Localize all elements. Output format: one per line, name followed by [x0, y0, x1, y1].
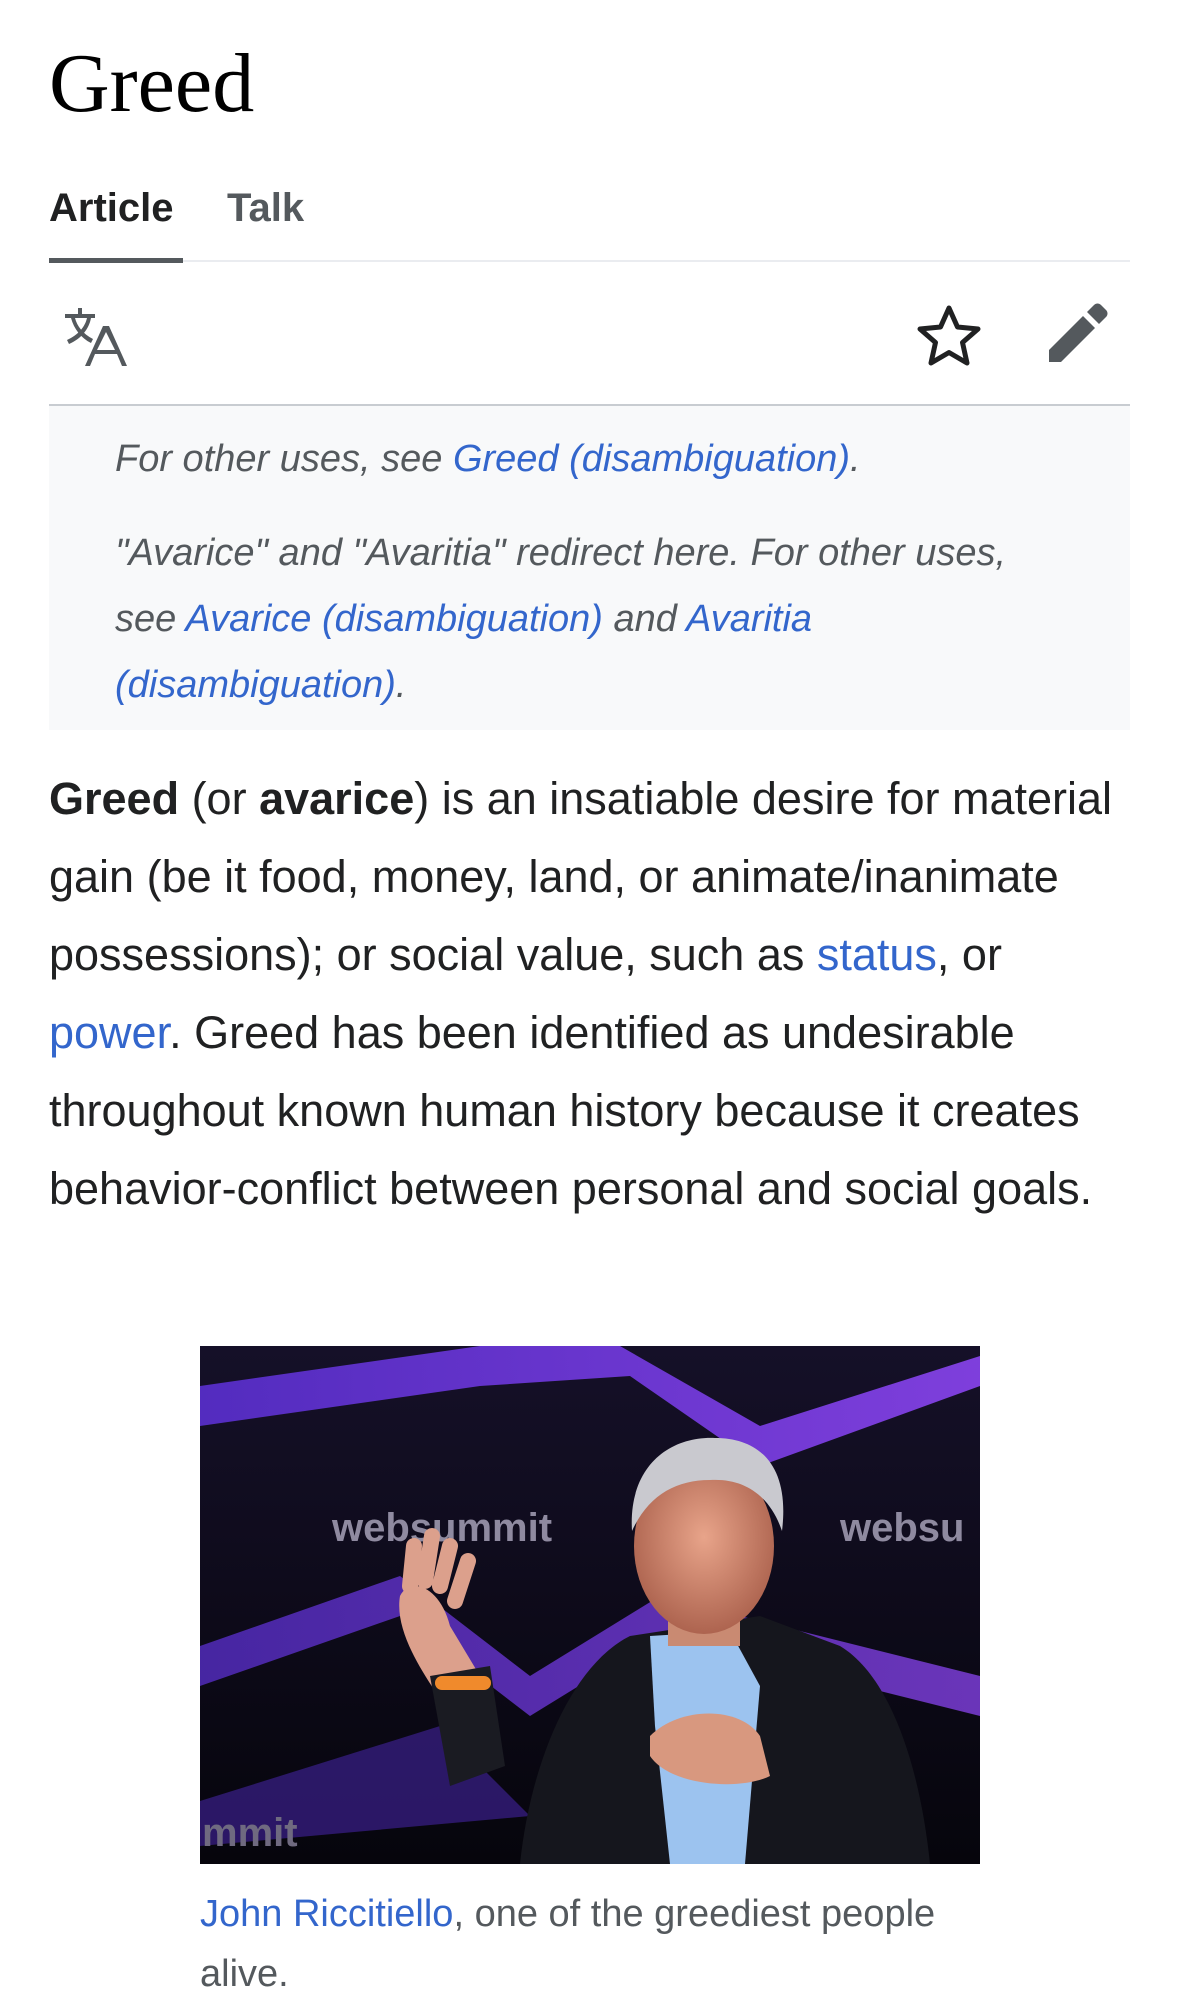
link-avarice-disambiguation[interactable]: Avarice (disambiguation)	[185, 598, 603, 640]
link-greed-disambiguation[interactable]: Greed (disambiguation)	[453, 438, 850, 480]
lead-term: Greed	[49, 773, 180, 824]
pencil-icon[interactable]	[1047, 302, 1109, 364]
hatnote-text: For other uses, see	[115, 438, 453, 480]
translate-icon[interactable]	[63, 308, 129, 368]
hatnote-redirect: "Avarice" and "Avaritia" redirect here. …	[115, 520, 1045, 718]
tab-talk[interactable]: Talk	[227, 178, 304, 258]
article-tabs: Article Talk	[49, 178, 1130, 263]
photo-john-riccitiello[interactable]: websummit websu mmit	[200, 1346, 980, 1864]
lead-text: . Greed has been identified as undesirab…	[49, 1007, 1093, 1214]
hatnote-punct: .	[850, 438, 861, 480]
page-title: Greed	[49, 37, 255, 130]
lead-figure: websummit websu mmit John Riccitiello, o…	[200, 1346, 980, 2004]
lead-text: , or	[936, 929, 1002, 980]
figure-caption: John Riccitiello, one of the greediest p…	[200, 1884, 980, 2004]
image-text-websummit: websummit	[331, 1506, 552, 1550]
star-icon[interactable]	[917, 304, 981, 368]
hatnote-box: For other uses, see Greed (disambiguatio…	[49, 406, 1130, 730]
page-actions-toolbar	[49, 262, 1130, 407]
link-status[interactable]: status	[817, 929, 937, 980]
lead-paragraph: Greed (or avarice) is an insatiable desi…	[49, 760, 1130, 1228]
lead-text: (or	[179, 773, 260, 824]
hatnote-punct: .	[395, 664, 407, 706]
hatnote-text: and	[602, 598, 687, 640]
link-power[interactable]: power	[49, 1007, 169, 1058]
tab-article[interactable]: Article	[49, 178, 183, 263]
hatnote-other-uses: For other uses, see Greed (disambiguatio…	[115, 426, 1045, 492]
image-text-summit-bottom: mmit	[202, 1811, 298, 1855]
image-text-websummit-right: websu	[839, 1506, 964, 1550]
lead-alt-term: avarice	[259, 773, 415, 824]
link-john-riccitiello[interactable]: John Riccitiello	[200, 1893, 453, 1935]
